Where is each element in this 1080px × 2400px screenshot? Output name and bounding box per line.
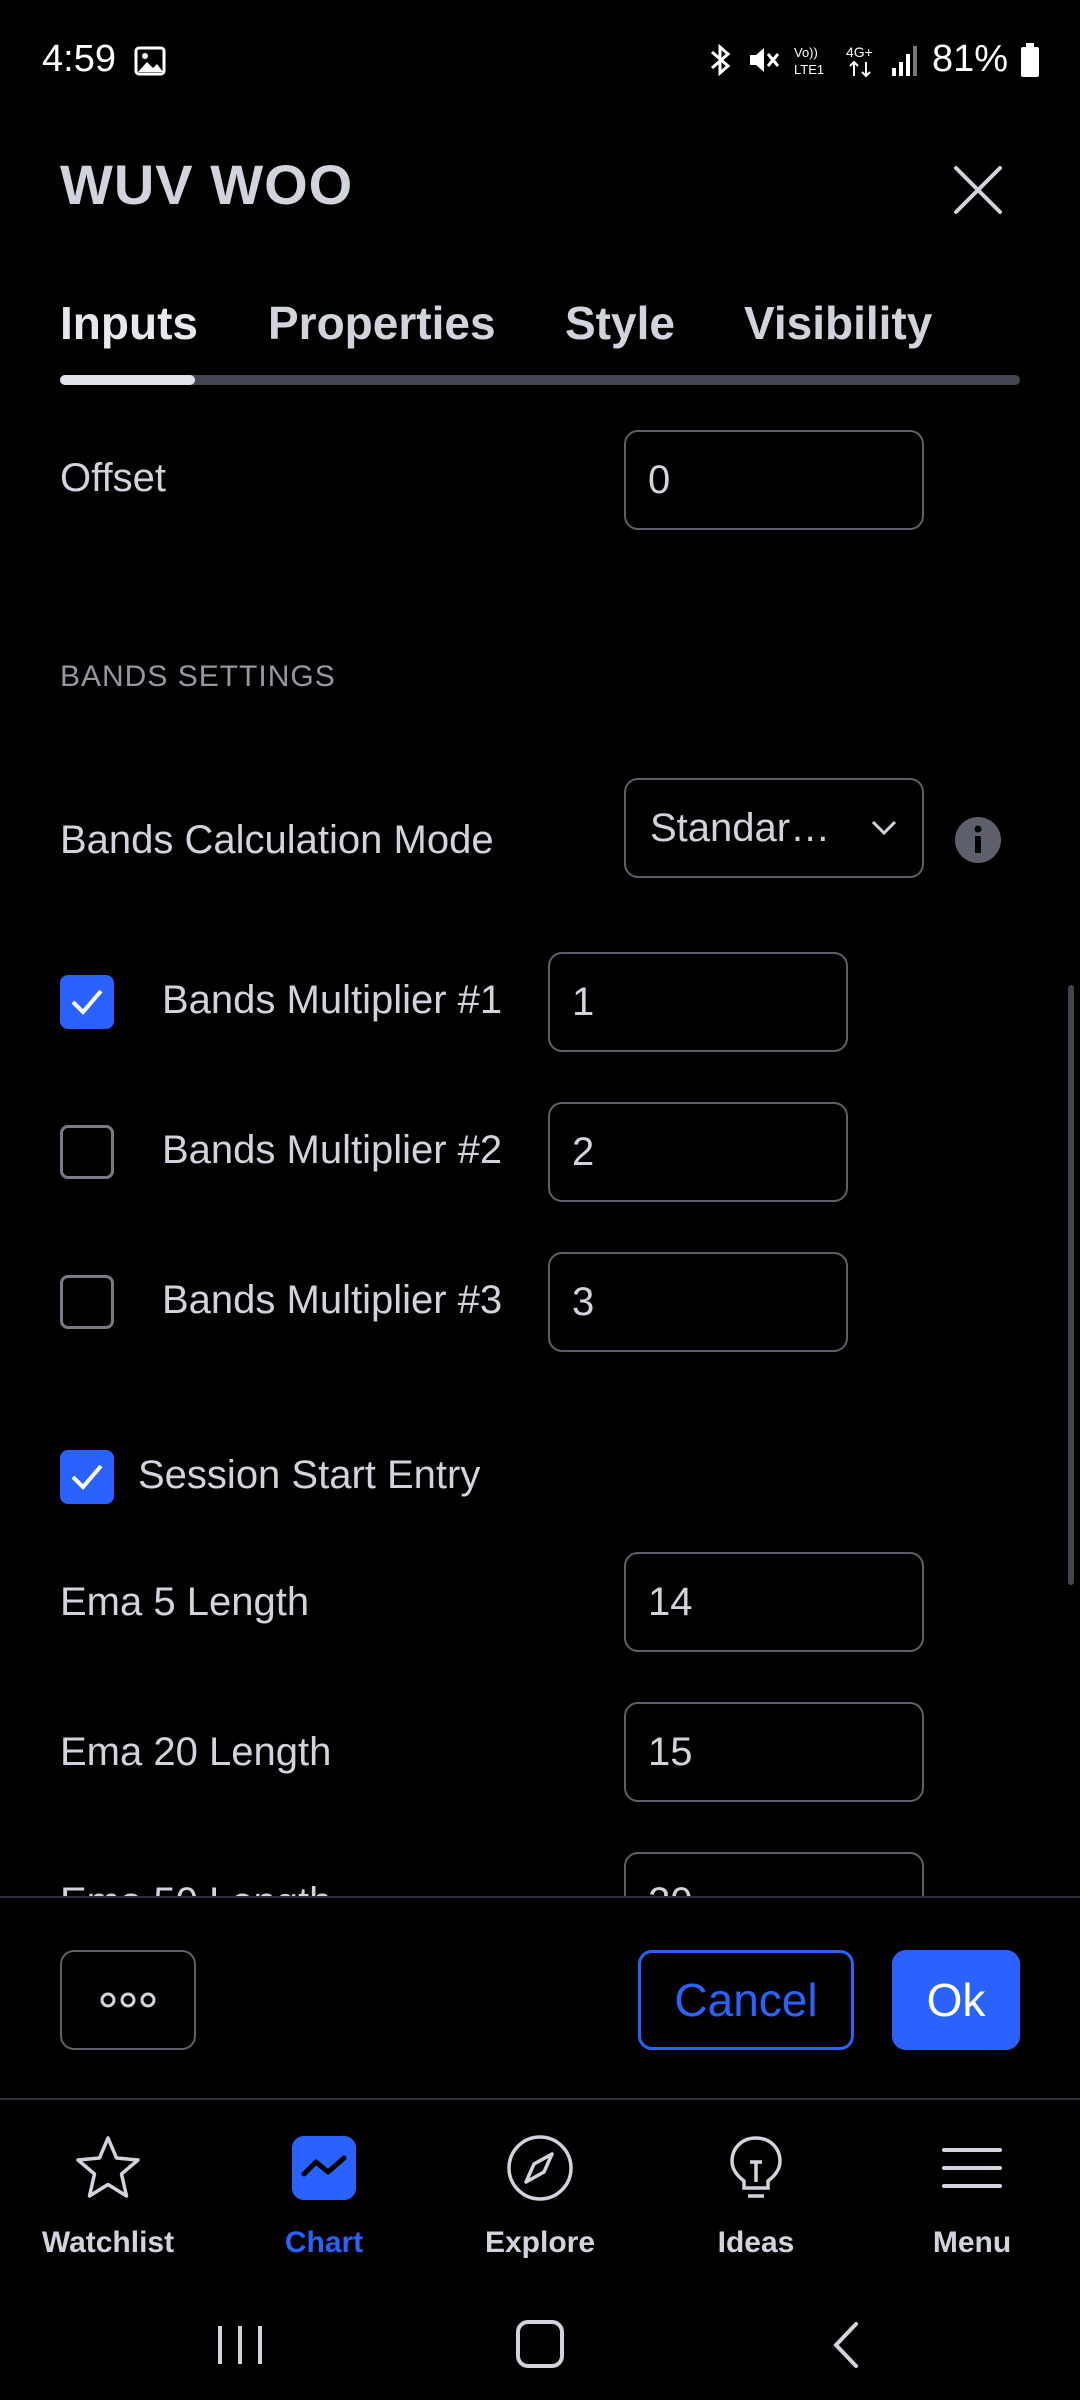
mult1-label: Bands Multiplier #1 bbox=[162, 978, 503, 1022]
svg-text:LTE1: LTE1 bbox=[794, 62, 824, 77]
nav-watchlist[interactable]: Watchlist bbox=[0, 2120, 216, 2280]
ema5-label: Ema 5 Length bbox=[60, 1580, 310, 1624]
tab-visibility[interactable]: Visibility bbox=[744, 296, 932, 350]
status-bar: 4:59 Vo)) LTE1 4G+ 81% bbox=[0, 0, 1080, 120]
mult1-checkbox[interactable] bbox=[60, 975, 114, 1029]
bands-mode-label: Bands Calculation Mode bbox=[60, 818, 494, 862]
bluetooth-icon bbox=[710, 43, 731, 76]
mute-icon bbox=[749, 47, 780, 72]
tab-style[interactable]: Style bbox=[565, 296, 675, 350]
svg-text:4G+: 4G+ bbox=[846, 44, 873, 60]
cancel-button[interactable]: Cancel bbox=[638, 1950, 854, 2050]
status-time: 4:59 bbox=[42, 38, 116, 80]
nav-ideas-label: Ideas bbox=[717, 2226, 795, 2259]
hamburger-menu-icon bbox=[942, 2148, 1002, 2188]
section-header-bands: BANDS SETTINGS bbox=[60, 660, 336, 693]
checkmark-icon bbox=[71, 989, 103, 1015]
nav-menu-label: Menu bbox=[932, 2226, 1012, 2259]
nav-ideas[interactable]: Ideas bbox=[648, 2120, 864, 2280]
nav-explore[interactable]: Explore bbox=[432, 2120, 648, 2280]
chart-icon bbox=[292, 2136, 356, 2200]
tab-inputs[interactable]: Inputs bbox=[60, 296, 198, 350]
session-start-label: Session Start Entry bbox=[138, 1453, 481, 1497]
battery-icon bbox=[1021, 42, 1039, 77]
footer-divider bbox=[0, 1896, 1080, 1898]
dialog-title: WUV WOO bbox=[60, 153, 354, 216]
ema5-input[interactable]: 14 bbox=[624, 1552, 924, 1652]
status-icons: Vo)) LTE1 4G+ 81% bbox=[708, 38, 1040, 81]
svg-text:Vo)): Vo)) bbox=[794, 45, 818, 60]
content-scrollbar[interactable] bbox=[1068, 985, 1074, 1585]
signal-icon bbox=[891, 45, 917, 76]
offset-input[interactable]: 0 bbox=[624, 430, 924, 530]
gallery-notification-icon bbox=[134, 46, 166, 76]
ema20-label: Ema 20 Length bbox=[60, 1730, 332, 1774]
close-icon[interactable] bbox=[950, 162, 1006, 218]
bands-mode-select[interactable]: Standar… bbox=[624, 778, 924, 878]
chevron-down-icon bbox=[871, 820, 897, 836]
back-icon[interactable] bbox=[826, 2318, 866, 2372]
mult3-input[interactable]: 3 bbox=[548, 1252, 848, 1352]
checkmark-icon bbox=[71, 1464, 103, 1490]
tab-bar: Inputs Properties Style Visibility bbox=[60, 296, 1020, 356]
tab-properties[interactable]: Properties bbox=[268, 296, 496, 350]
info-icon[interactable] bbox=[954, 816, 1002, 864]
mult3-checkbox[interactable] bbox=[60, 1275, 114, 1329]
nav-chart[interactable]: Chart bbox=[216, 2120, 432, 2280]
home-icon[interactable] bbox=[514, 2318, 566, 2370]
bottom-navigation: Watchlist Chart Explore Ideas Menu bbox=[0, 2098, 1080, 2298]
ema20-input[interactable]: 15 bbox=[624, 1702, 924, 1802]
more-options-button[interactable] bbox=[60, 1950, 196, 2050]
network-4g-icon: 4G+ bbox=[846, 44, 873, 77]
nav-menu[interactable]: Menu bbox=[864, 2120, 1080, 2280]
tab-scroll-track bbox=[60, 375, 1020, 385]
session-start-checkbox[interactable] bbox=[60, 1450, 114, 1504]
mult2-label: Bands Multiplier #2 bbox=[162, 1128, 503, 1172]
mult3-label: Bands Multiplier #3 bbox=[162, 1278, 503, 1322]
mult2-input[interactable]: 2 bbox=[548, 1102, 848, 1202]
recent-apps-icon[interactable] bbox=[212, 2320, 268, 2370]
tab-active-indicator bbox=[60, 375, 195, 385]
volte-icon: Vo)) LTE1 bbox=[794, 45, 824, 77]
nav-watchlist-label: Watchlist bbox=[41, 2226, 175, 2259]
mult1-input[interactable]: 1 bbox=[548, 952, 848, 1052]
system-navigation-bar bbox=[0, 2300, 1080, 2400]
bands-mode-value: Standar… bbox=[650, 805, 831, 850]
mult2-checkbox[interactable] bbox=[60, 1125, 114, 1179]
nav-chart-label: Chart bbox=[284, 2226, 364, 2259]
ok-button[interactable]: Ok bbox=[892, 1950, 1020, 2050]
offset-label: Offset bbox=[60, 456, 166, 500]
battery-percent: 81% bbox=[931, 38, 1008, 80]
compass-icon bbox=[507, 2135, 573, 2201]
nav-explore-label: Explore bbox=[484, 2226, 596, 2259]
star-icon bbox=[76, 2136, 140, 2198]
lightbulb-icon bbox=[730, 2136, 782, 2198]
more-dots-icon bbox=[100, 1992, 156, 2008]
